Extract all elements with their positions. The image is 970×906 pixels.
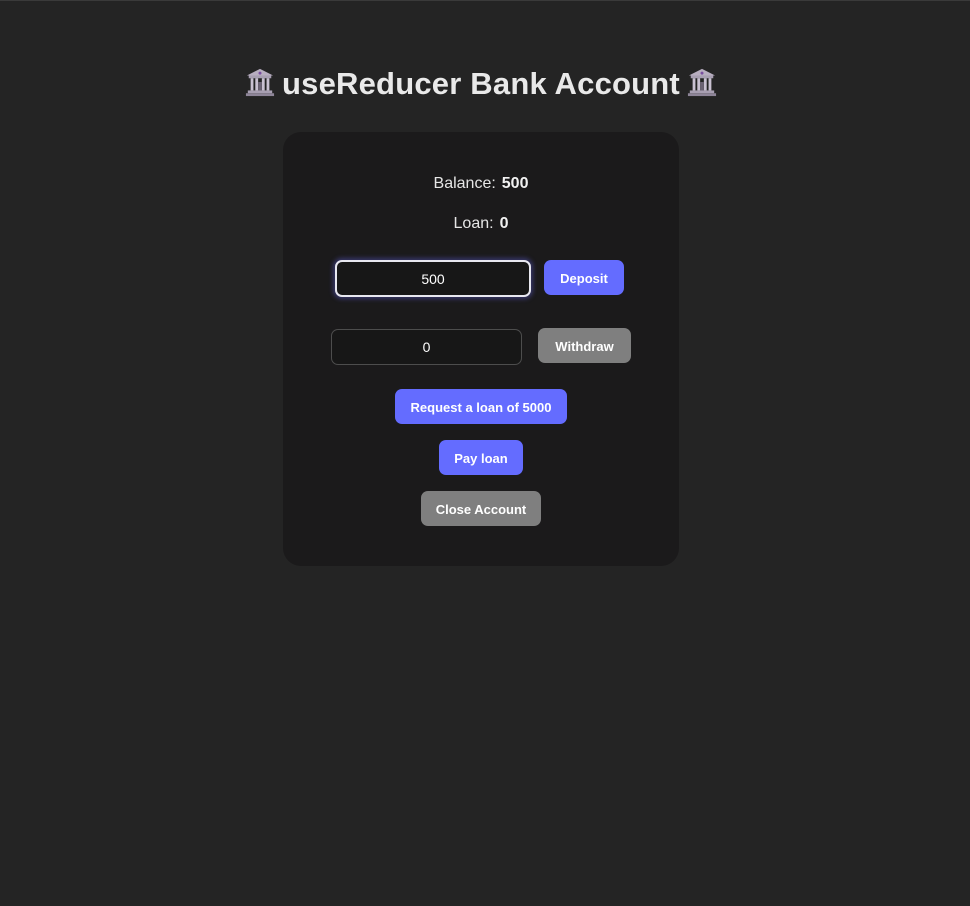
account-card: Balance: 500 Loan: 0 Deposit Withdraw Requ… [283,132,679,566]
loan-label: Loan: [453,215,494,232]
page-title: useReducer Bank Account [0,66,962,102]
withdraw-button[interactable]: Withdraw [538,328,631,363]
loan-row: Loan: 0 [283,215,679,233]
pay-loan-button[interactable]: Pay loan [439,440,523,475]
bank-icon [245,68,275,97]
balance-row: Balance: 500 [283,175,679,193]
deposit-amount-input[interactable] [335,260,531,297]
withdraw-amount-input[interactable] [331,329,522,365]
balance-value: 500 [501,175,529,192]
bank-icon [687,68,717,97]
close-account-button[interactable]: Close Account [421,491,541,526]
loan-value: 0 [499,215,509,232]
page-title-text: useReducer Bank Account [282,66,680,101]
balance-label: Balance: [433,175,496,192]
deposit-button[interactable]: Deposit [544,260,624,295]
window-top-border [0,0,970,1]
request-loan-button[interactable]: Request a loan of 5000 [395,389,567,424]
